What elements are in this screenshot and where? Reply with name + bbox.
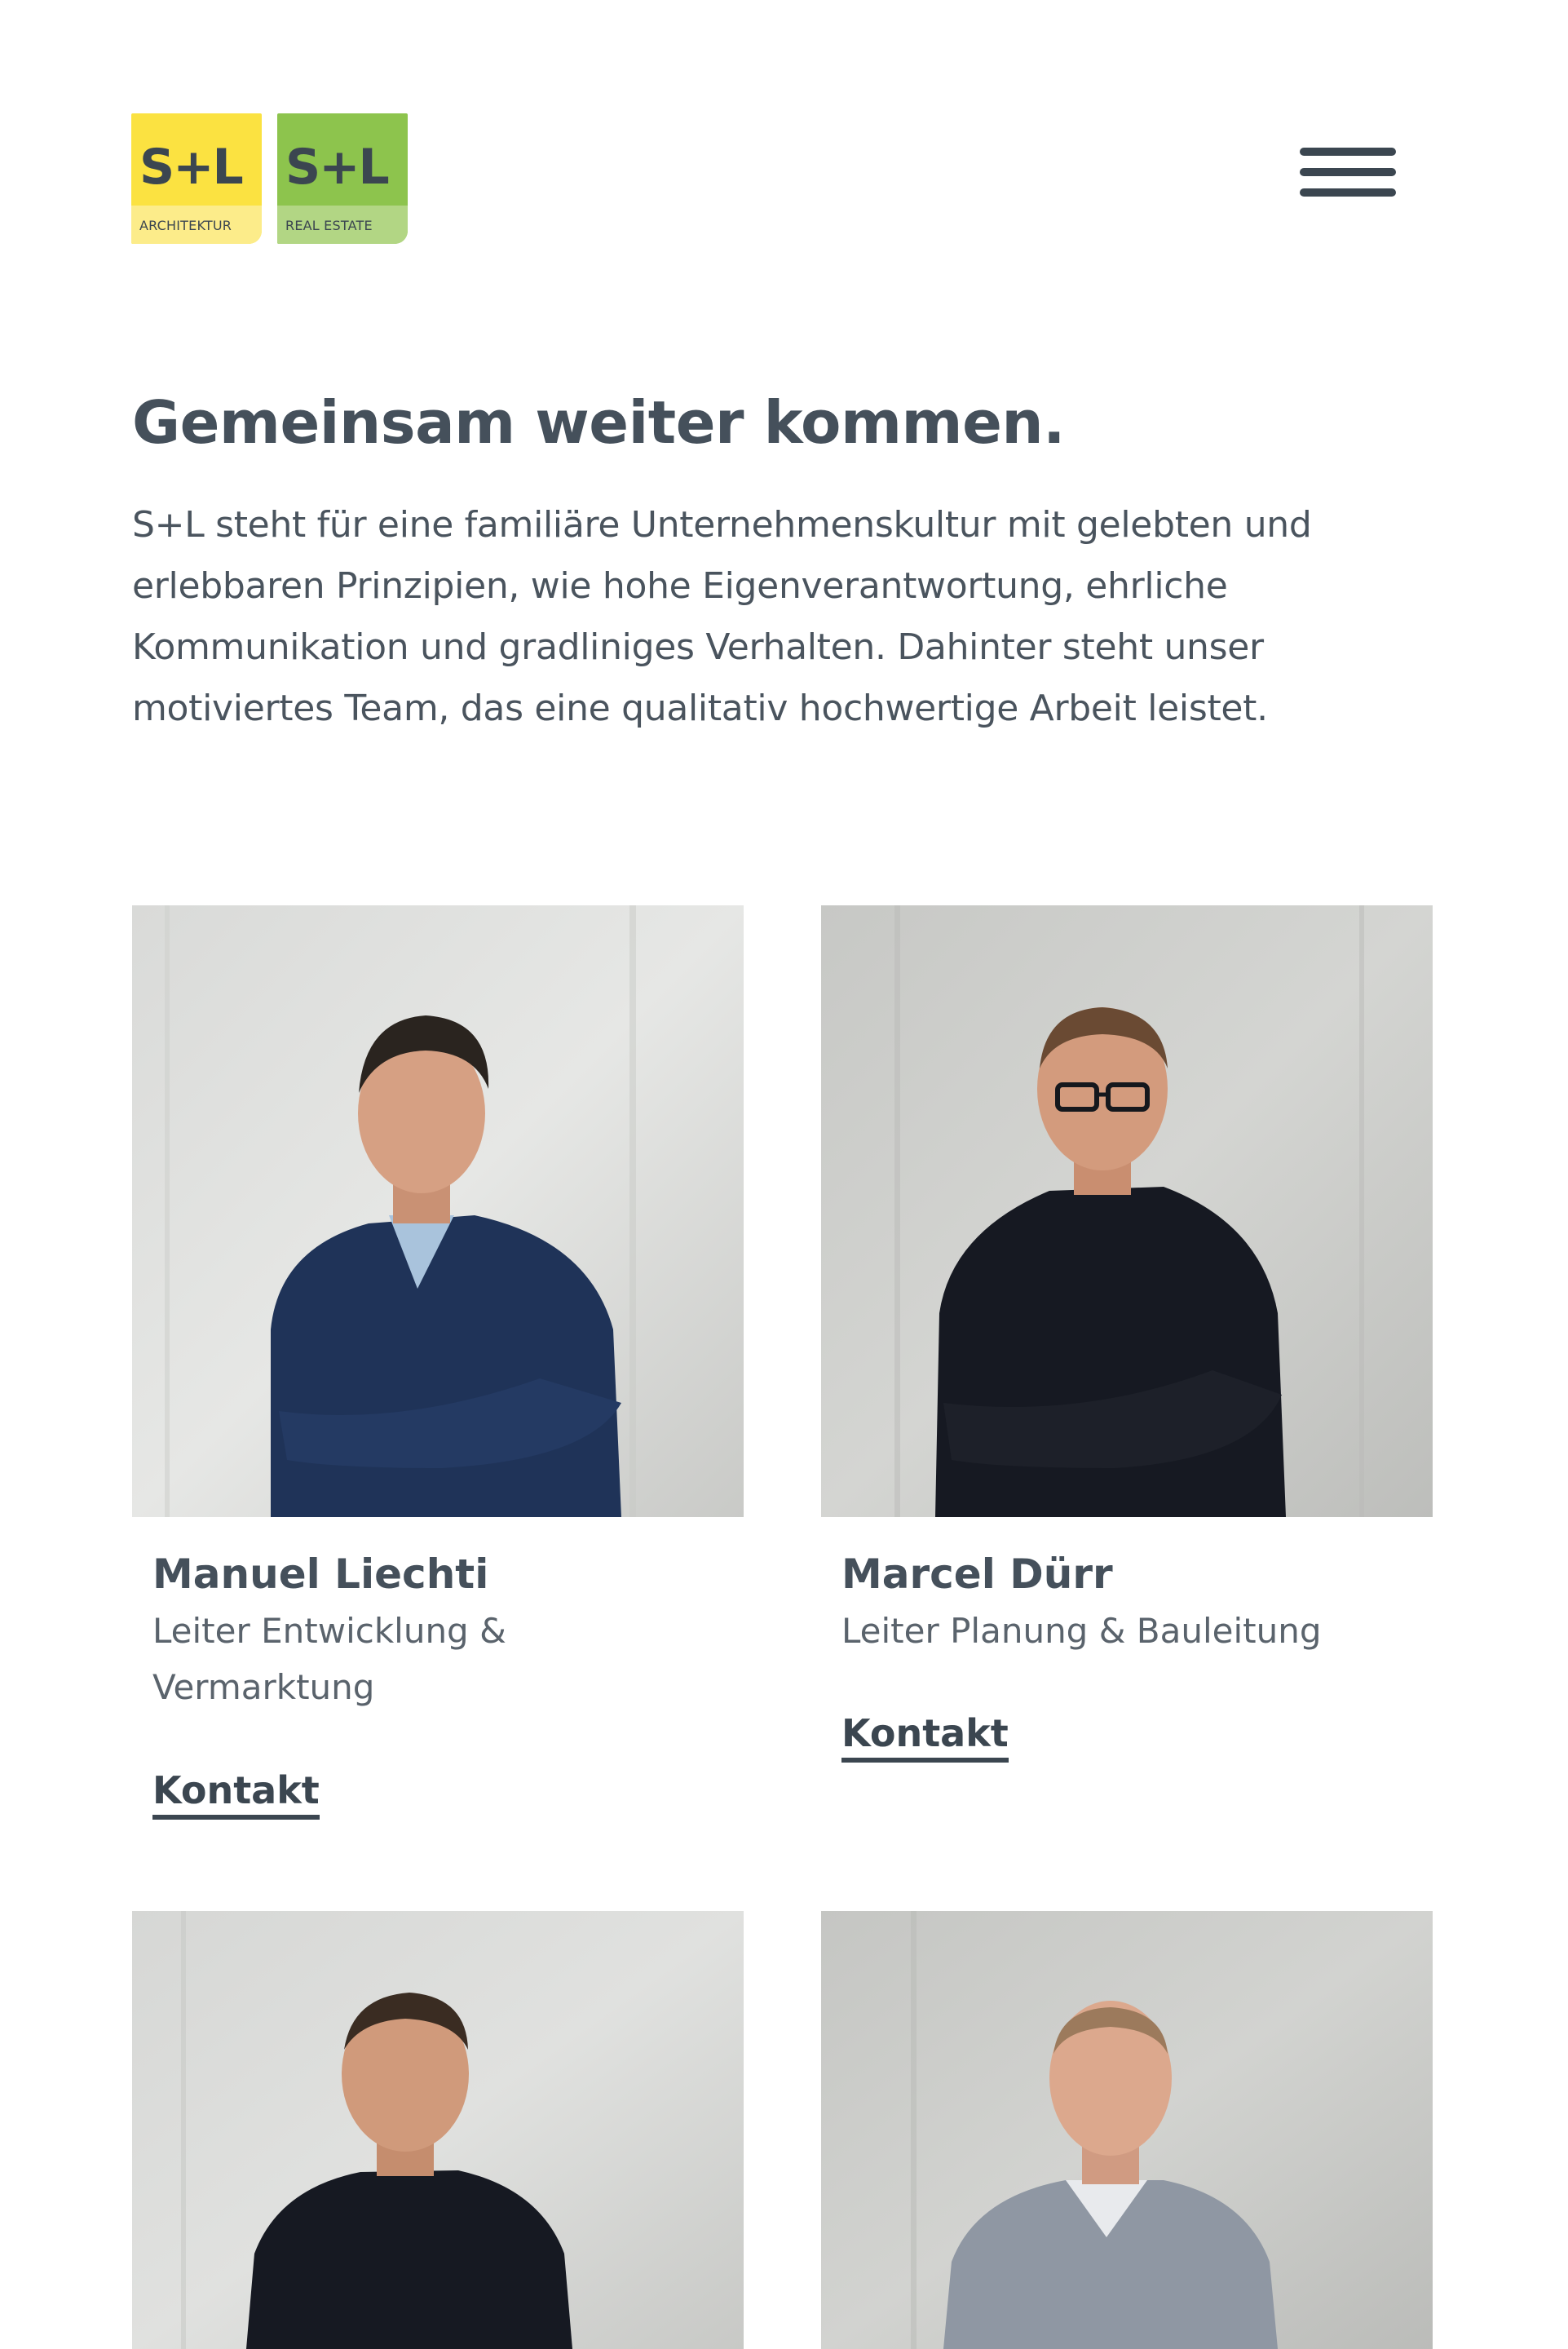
team-member-name: Manuel Liechti (152, 1551, 489, 1598)
contact-link[interactable]: Kontakt (152, 1767, 320, 1820)
logo-mark: S+L (139, 139, 244, 196)
team-member-name: Marcel Dürr (841, 1551, 1113, 1598)
team-photo (821, 1911, 1433, 2349)
logo-subtitle: ARCHITEKTUR (139, 218, 232, 233)
logo-real-estate: S+L REAL ESTATE (277, 113, 408, 244)
team-card: Marcel Dürr Leiter Planung & Bauleitung … (821, 905, 1433, 1770)
menu-bar (1300, 168, 1396, 176)
team-card: Manuel Liechti Leiter Entwicklung & Verm… (132, 905, 744, 1827)
team-photo (132, 1911, 744, 2349)
team-member-role: Leiter Entwicklung & Vermarktung (152, 1611, 506, 1707)
menu-button[interactable] (1296, 143, 1398, 211)
page-title: Gemeinsam weiter kommen. (132, 388, 1066, 457)
team-member-role: Leiter Planung & Bauleitung (841, 1611, 1322, 1651)
logo-link[interactable]: S+L ARCHITEKTUR S+L REAL ESTATE (131, 113, 408, 246)
team-card (821, 1911, 1433, 2349)
logo-mark: S+L (285, 139, 390, 196)
team-photo (821, 905, 1433, 1517)
logo-architektur: S+L ARCHITEKTUR (131, 113, 262, 244)
team-card (132, 1911, 744, 2349)
logo-subtitle: REAL ESTATE (285, 218, 373, 233)
contact-link[interactable]: Kontakt (841, 1710, 1009, 1763)
intro-text: S+L steht für eine familiäre Unternehmen… (132, 504, 1312, 729)
menu-bar (1300, 148, 1396, 156)
team-photo (132, 905, 744, 1517)
menu-bar (1300, 188, 1396, 197)
